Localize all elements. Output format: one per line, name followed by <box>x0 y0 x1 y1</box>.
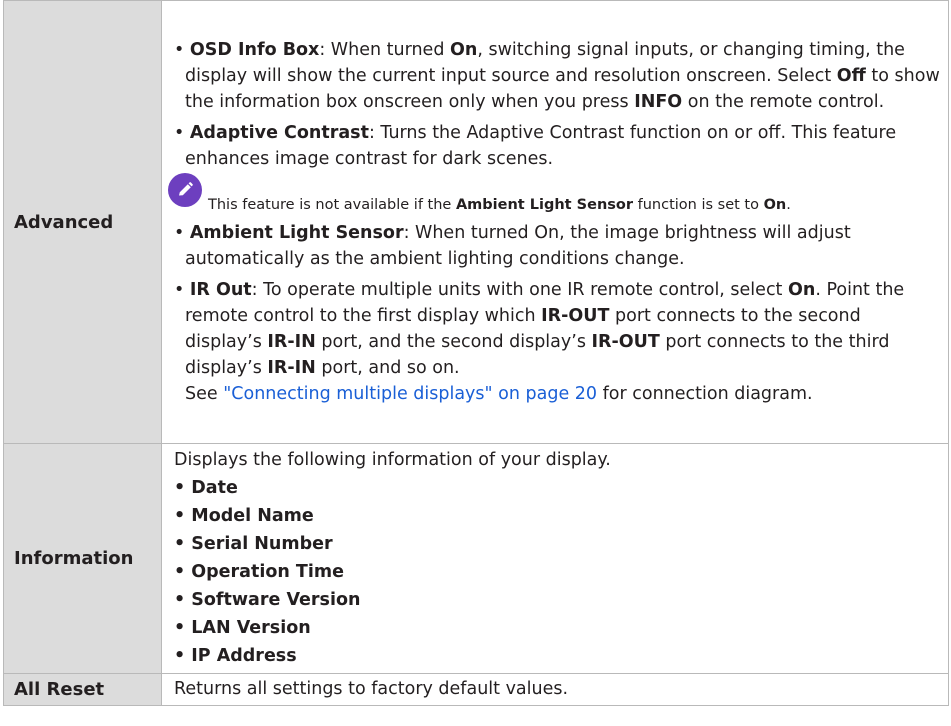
note-text-2: function is set to <box>633 196 764 213</box>
ir-out-bold-3: IR-OUT <box>591 331 660 352</box>
see-after-text: for connection diagram. <box>597 383 813 404</box>
table-row-all-reset: All Reset Returns all settings to factor… <box>3 673 949 706</box>
info-item-label: Model Name <box>191 506 314 526</box>
adaptive-contrast-item: • Adaptive Contrast: Turns the Adaptive … <box>174 122 897 169</box>
ir-out-item: • IR Out: To operate multiple units with… <box>174 279 905 404</box>
row-label-all-reset: All Reset <box>3 673 162 706</box>
osd-info-box-title: OSD Info Box <box>189 39 320 60</box>
info-item-label: Operation Time <box>191 562 344 582</box>
adaptive-contrast-title: Adaptive Contrast <box>189 122 369 143</box>
info-item-label: LAN Version <box>191 618 311 638</box>
ambient-light-sensor-title: Ambient Light Sensor <box>189 222 404 243</box>
ir-out-bold-1: IR-OUT <box>541 305 610 326</box>
row-content-all-reset: Returns all settings to factory default … <box>161 673 949 706</box>
note-text-1: This feature is not available if the <box>208 196 456 213</box>
ir-out-on: On <box>788 279 816 300</box>
note-bold-1: Ambient Light Sensor <box>455 196 634 213</box>
row-content-advanced: • OSD Info Box: When turned On, switchin… <box>161 0 949 444</box>
note: This feature is not available if the Amb… <box>168 172 942 215</box>
ir-out-text-4: port, and the second display’s <box>315 331 592 352</box>
ir-out-title: IR Out <box>189 279 252 300</box>
info-item-label: Serial Number <box>191 534 333 554</box>
info-item-ip-address: • IP Address <box>174 646 297 666</box>
info-item-label: Date <box>191 478 238 498</box>
info-item-date: • Date <box>174 478 238 498</box>
ir-out-bold-2: IR-IN <box>267 331 316 352</box>
see-text: See <box>185 383 224 404</box>
osd-on: On <box>450 39 478 60</box>
info-item-label: IP Address <box>191 646 297 666</box>
info-item-software-version: • Software Version <box>174 590 361 610</box>
ir-out-text-1: : To operate multiple units with one IR … <box>251 279 788 300</box>
note-text-3: . <box>786 196 791 213</box>
osd-off: Off <box>836 65 866 86</box>
ir-out-bold-4: IR-IN <box>267 357 316 378</box>
ir-out-text-6: port, and so on. <box>315 357 460 378</box>
info-item-operation-time: • Operation Time <box>174 562 344 582</box>
information-intro: Displays the following information of yo… <box>174 450 611 470</box>
info-item-model-name: • Model Name <box>174 506 314 526</box>
osd-text-1: : When turned <box>319 39 450 60</box>
osd-info: INFO <box>634 91 683 112</box>
connecting-displays-link[interactable]: "Connecting multiple displays" on page 2… <box>223 384 597 404</box>
row-label-advanced: Advanced <box>3 0 162 444</box>
info-item-label: Software Version <box>191 590 361 610</box>
osd-info-box-item: • OSD Info Box: When turned On, switchin… <box>174 39 940 112</box>
info-item-serial-number: • Serial Number <box>174 534 333 554</box>
pencil-icon <box>168 172 202 207</box>
info-item-lan-version: • LAN Version <box>174 618 311 638</box>
table-row-advanced: Advanced • OSD Info Box: When turned On,… <box>3 0 949 444</box>
row-content-information: Displays the following information of yo… <box>161 443 949 674</box>
table-row-information: Information Displays the following infor… <box>3 443 949 674</box>
note-text: This feature is not available if the Amb… <box>208 195 791 215</box>
ambient-light-sensor-item: • Ambient Light Sensor: When turned On, … <box>174 222 851 269</box>
row-label-information: Information <box>3 443 162 674</box>
settings-table: Advanced • OSD Info Box: When turned On,… <box>3 0 949 706</box>
osd-text-4: on the remote control. <box>682 91 885 112</box>
note-bold-2: On <box>763 196 787 213</box>
